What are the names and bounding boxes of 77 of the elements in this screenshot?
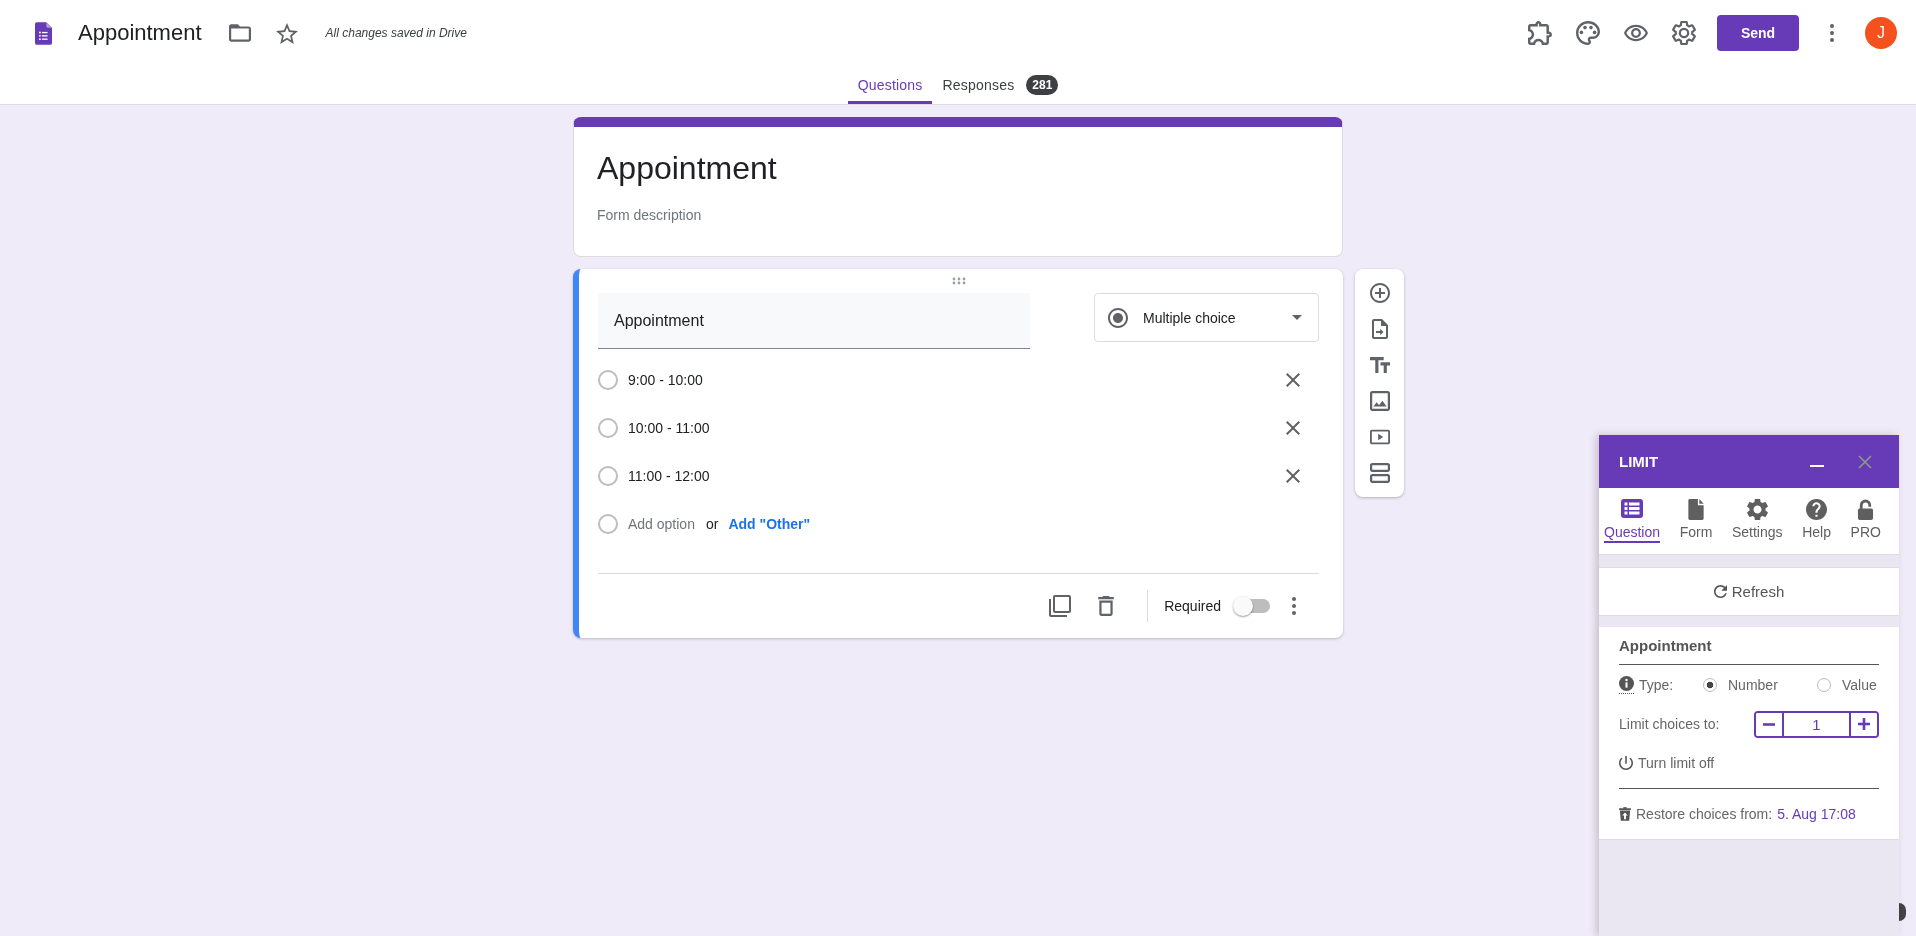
stacked-rectangles-icon[interactable] (1369, 463, 1390, 483)
decrement-button[interactable] (1756, 712, 1784, 736)
radio-icon (598, 370, 618, 390)
panel-tab[interactable]: Help (1802, 488, 1831, 554)
radio-icon (1108, 307, 1128, 328)
type-label: Type: (1639, 677, 1674, 693)
tab[interactable]: Responses 281 (932, 66, 1069, 104)
close-icon[interactable] (1286, 373, 1300, 387)
radio-button[interactable] (1817, 678, 1831, 692)
panel-tab[interactable]: PRO (1850, 488, 1881, 554)
radio-button[interactable] (1703, 678, 1717, 692)
video-icon[interactable] (1369, 427, 1390, 447)
settings-icon[interactable] (1672, 21, 1696, 45)
list-icon (1621, 499, 1643, 518)
tab[interactable]: Questions (847, 66, 933, 104)
vertical-dots-icon[interactable] (1292, 597, 1296, 615)
add-option-field[interactable]: Add option (628, 516, 700, 532)
file-icon (1688, 499, 1704, 520)
trash-icon[interactable] (1098, 596, 1115, 616)
option-label: 10:00 - 11:00 (628, 420, 710, 436)
limit-value-field[interactable]: 1 (1784, 712, 1849, 736)
question-type-dropdown[interactable]: Multiple choice (1094, 293, 1319, 342)
question-name: Appointment (1619, 637, 1879, 665)
form-description-field[interactable]: Form description (597, 205, 1318, 225)
trash-icon[interactable] (1619, 807, 1631, 821)
palette-icon[interactable] (1576, 21, 1600, 45)
refresh-icon (1713, 585, 1727, 598)
document-icon (35, 21, 52, 45)
star-icon[interactable] (275, 22, 298, 44)
panel-tab[interactable]: Question (1604, 488, 1661, 554)
close-icon[interactable] (1286, 421, 1300, 435)
count-badge: 281 (1026, 75, 1059, 95)
plus-icon (1858, 718, 1870, 730)
text-size-icon[interactable] (1369, 355, 1390, 375)
question-title-field[interactable]: Appointment (598, 293, 1030, 349)
file-arrow-icon[interactable] (1369, 319, 1390, 339)
drag-handle-icon[interactable] (951, 277, 966, 285)
option-label: 9:00 - 10:00 (628, 372, 703, 388)
caret-down-icon (1292, 315, 1302, 320)
panel-title: LIMIT (1619, 453, 1659, 470)
vertical-dots-icon[interactable] (1830, 24, 1834, 42)
radio-label: Number (1728, 677, 1778, 693)
limit-label: Limit choices to: (1619, 716, 1720, 732)
folder-icon[interactable] (228, 24, 251, 42)
help-icon (1806, 499, 1828, 520)
minus-icon (1763, 722, 1775, 726)
option-label: 11:00 - 12:00 (628, 468, 710, 484)
or-text: or (706, 516, 719, 532)
refresh-button[interactable]: Refresh (1599, 567, 1899, 616)
restore-date-link[interactable]: 5. Aug 17:08 (1777, 806, 1856, 822)
minimize-icon[interactable] (1810, 464, 1824, 467)
copy-icon[interactable] (1049, 595, 1072, 617)
radio-icon (598, 418, 618, 438)
turn-limit-off-button[interactable]: Turn limit off (1619, 755, 1715, 771)
info-icon[interactable] (1619, 676, 1634, 694)
radio-icon (598, 466, 618, 486)
help-button[interactable] (1899, 903, 1906, 921)
form-title: Appointment (597, 149, 778, 188)
close-icon[interactable] (1286, 469, 1300, 483)
document-title: Appointment (78, 20, 202, 46)
radio-icon (598, 514, 618, 534)
panel-tab[interactable]: Form (1679, 488, 1713, 554)
increment-button[interactable] (1849, 712, 1877, 736)
required-toggle[interactable] (1233, 596, 1271, 616)
add-other-link[interactable]: Add "Other" (728, 516, 811, 532)
image-icon[interactable] (1369, 391, 1390, 411)
restore-label: Restore choices from: (1636, 806, 1773, 822)
settings-icon (1746, 499, 1768, 520)
required-label: Required (1164, 598, 1221, 614)
power-icon (1619, 756, 1633, 770)
unlock-icon (1857, 499, 1875, 520)
puzzle-piece-icon[interactable] (1528, 21, 1552, 45)
close-icon[interactable] (1858, 454, 1872, 469)
send-button[interactable]: Send (1717, 15, 1799, 51)
panel-tab[interactable]: Settings (1731, 488, 1783, 554)
radio-label: Value (1842, 677, 1877, 693)
save-status-text: All changes saved in Drive (325, 26, 467, 40)
